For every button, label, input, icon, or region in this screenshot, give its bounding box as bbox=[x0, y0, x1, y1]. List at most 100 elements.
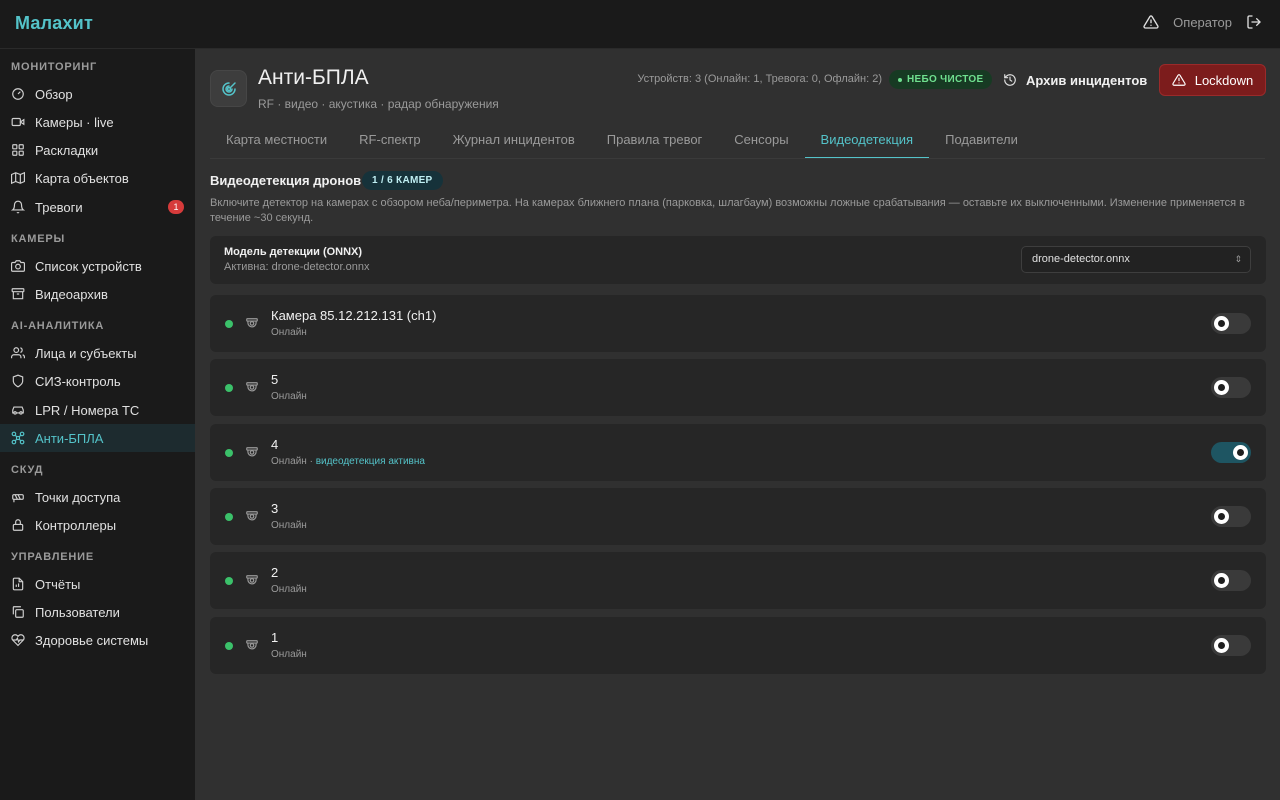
sidebar-item-object-map[interactable]: Карта объектов bbox=[0, 164, 195, 192]
sidebar-item-label: Здоровье системы bbox=[35, 632, 149, 648]
toggle-knob bbox=[1214, 573, 1229, 588]
users-icon bbox=[11, 346, 25, 360]
sidebar-item-video-archive[interactable]: Видеоархив bbox=[0, 280, 195, 308]
model-select[interactable]: drone-detector.onnx ⇕ bbox=[1021, 246, 1251, 273]
sidebar-item-layouts[interactable]: Раскладки bbox=[0, 136, 195, 164]
dome-camera-icon bbox=[245, 574, 259, 588]
detection-toggle[interactable] bbox=[1211, 377, 1251, 398]
tab-sensors[interactable]: Сенсоры bbox=[718, 128, 804, 159]
sidebar-item-label: Анти-БПЛА bbox=[35, 430, 104, 446]
tab-terrain-map[interactable]: Карта местности bbox=[210, 128, 343, 159]
camera-name: 2 bbox=[271, 565, 279, 580]
page-subtitle: RF · видео · акустика · радар обнаружени… bbox=[258, 97, 499, 111]
chevron-updown-icon: ⇕ bbox=[1234, 254, 1242, 264]
camera-status: Онлайн bbox=[271, 327, 307, 338]
sidebar-item-cameras-live[interactable]: Камеры · live bbox=[0, 108, 195, 136]
toggle-knob bbox=[1214, 380, 1229, 395]
sidebar-item-controllers[interactable]: Контроллеры bbox=[0, 511, 195, 539]
sidebar-item-lpr[interactable]: LPR / Номера ТС bbox=[0, 396, 195, 424]
sidebar-item-label: Список устройств bbox=[35, 258, 142, 274]
grid-icon bbox=[11, 143, 25, 157]
sidebar-item-device-list[interactable]: Список устройств bbox=[0, 252, 195, 280]
car-icon bbox=[11, 403, 25, 417]
sidebar-item-alarms[interactable]: Тревоги 1 bbox=[0, 193, 195, 221]
lockdown-button[interactable]: Lockdown bbox=[1159, 64, 1266, 96]
camera-row: 5 Онлайн bbox=[210, 359, 1266, 416]
brand-logo[interactable]: Малахит bbox=[15, 13, 93, 34]
lock-icon bbox=[11, 518, 25, 532]
dome-camera-icon bbox=[245, 510, 259, 524]
online-status-dot bbox=[225, 384, 233, 392]
sidebar-item-label: Видеоархив bbox=[35, 286, 108, 302]
sidebar-item-access-points[interactable]: Точки доступа bbox=[0, 483, 195, 511]
camera-status: Онлайн bbox=[271, 584, 307, 595]
sidebar-item-label: Карта объектов bbox=[35, 170, 129, 186]
camera-count-badge: 1 / 6 КАМЕР bbox=[362, 171, 443, 190]
drone-icon bbox=[11, 431, 25, 445]
sidebar-item-reports[interactable]: Отчёты bbox=[0, 570, 195, 598]
shield-icon bbox=[11, 374, 25, 388]
detection-toggle[interactable] bbox=[1211, 635, 1251, 656]
incident-archive-button[interactable]: Архив инцидентов bbox=[1003, 70, 1147, 90]
sidebar-item-ppe-control[interactable]: СИЗ-контроль bbox=[0, 367, 195, 395]
toggle-knob bbox=[1214, 509, 1229, 524]
dome-camera-icon bbox=[245, 317, 259, 331]
detection-toggle[interactable] bbox=[1211, 313, 1251, 334]
camera-name: 5 bbox=[271, 372, 279, 387]
incident-archive-label: Архив инцидентов bbox=[1026, 72, 1148, 88]
page-title: Анти-БПЛА bbox=[258, 66, 369, 89]
camera-icon bbox=[11, 259, 25, 273]
detection-active-label: видеодетекция активна bbox=[315, 456, 425, 467]
tab-jammers[interactable]: Подавители bbox=[929, 128, 1034, 159]
alarm-count-badge: 1 bbox=[168, 200, 184, 214]
history-icon bbox=[1003, 73, 1017, 87]
status-dot-icon bbox=[898, 77, 902, 82]
heart-pulse-icon bbox=[11, 633, 25, 647]
sidebar-section-access-control: СКУД bbox=[11, 464, 44, 476]
logout-icon[interactable] bbox=[1246, 14, 1262, 30]
sidebar-item-system-health[interactable]: Здоровье системы bbox=[0, 626, 195, 654]
model-select-value: drone-detector.onnx bbox=[1032, 253, 1130, 265]
sidebar-item-label: Раскладки bbox=[35, 142, 99, 158]
camera-name: 3 bbox=[271, 501, 279, 516]
detection-toggle[interactable] bbox=[1211, 570, 1251, 591]
section-title: Видеодетекция дронов bbox=[210, 173, 362, 188]
online-status-dot bbox=[225, 642, 233, 650]
model-active-text: Активна: drone-detector.onnx bbox=[224, 261, 370, 273]
top-bar-actions: Оператор bbox=[1143, 14, 1262, 30]
sidebar-item-overview[interactable]: Обзор bbox=[0, 80, 195, 108]
sidebar-item-anti-uav[interactable]: Анти-БПЛА bbox=[0, 424, 195, 452]
camera-status-text: Онлайн bbox=[271, 456, 307, 467]
archive-icon bbox=[11, 287, 25, 301]
tab-rf-spectrum[interactable]: RF-спектр bbox=[343, 128, 436, 159]
user-copy-icon bbox=[11, 605, 25, 619]
tab-video-detection[interactable]: Видеодетекция bbox=[804, 128, 930, 159]
sidebar-section-cameras: Камеры bbox=[11, 233, 66, 245]
sidebar-section-monitoring: Мониторинг bbox=[11, 61, 97, 73]
toggle-knob bbox=[1214, 638, 1229, 653]
sky-status-label: НЕБО ЧИСТОЕ bbox=[907, 74, 984, 85]
sidebar-item-users[interactable]: Пользователи bbox=[0, 598, 195, 626]
bell-icon bbox=[11, 200, 25, 214]
detection-toggle[interactable] bbox=[1211, 506, 1251, 527]
gauge-icon bbox=[11, 87, 25, 101]
tab-incident-log[interactable]: Журнал инцидентов bbox=[437, 128, 591, 159]
tab-bar: Карта местности RF-спектр Журнал инциден… bbox=[210, 128, 1034, 159]
sidebar-item-faces[interactable]: Лица и субъекты bbox=[0, 339, 195, 367]
camera-status: Онлайн bbox=[271, 391, 307, 402]
sidebar-item-label: Пользователи bbox=[35, 604, 120, 620]
camera-status-text: Онлайн bbox=[271, 391, 307, 402]
sky-status-badge: НЕБО ЧИСТОЕ bbox=[889, 70, 993, 89]
camera-status-text: Онлайн bbox=[271, 584, 307, 595]
alert-triangle-icon[interactable] bbox=[1143, 14, 1159, 30]
sidebar-item-label: Контроллеры bbox=[35, 517, 117, 533]
online-status-dot bbox=[225, 513, 233, 521]
sidebar-item-label: Лица и субъекты bbox=[35, 345, 137, 361]
detection-toggle[interactable] bbox=[1211, 442, 1251, 463]
camera-row: 1 Онлайн bbox=[210, 617, 1266, 674]
toggle-knob bbox=[1233, 445, 1248, 460]
tab-alarm-rules[interactable]: Правила тревог bbox=[591, 128, 719, 159]
main-content: Анти-БПЛА RF · видео · акустика · радар … bbox=[195, 49, 1280, 800]
top-bar: Малахит Оператор bbox=[0, 0, 1280, 49]
model-label: Модель детекции (ONNX) bbox=[224, 246, 363, 258]
